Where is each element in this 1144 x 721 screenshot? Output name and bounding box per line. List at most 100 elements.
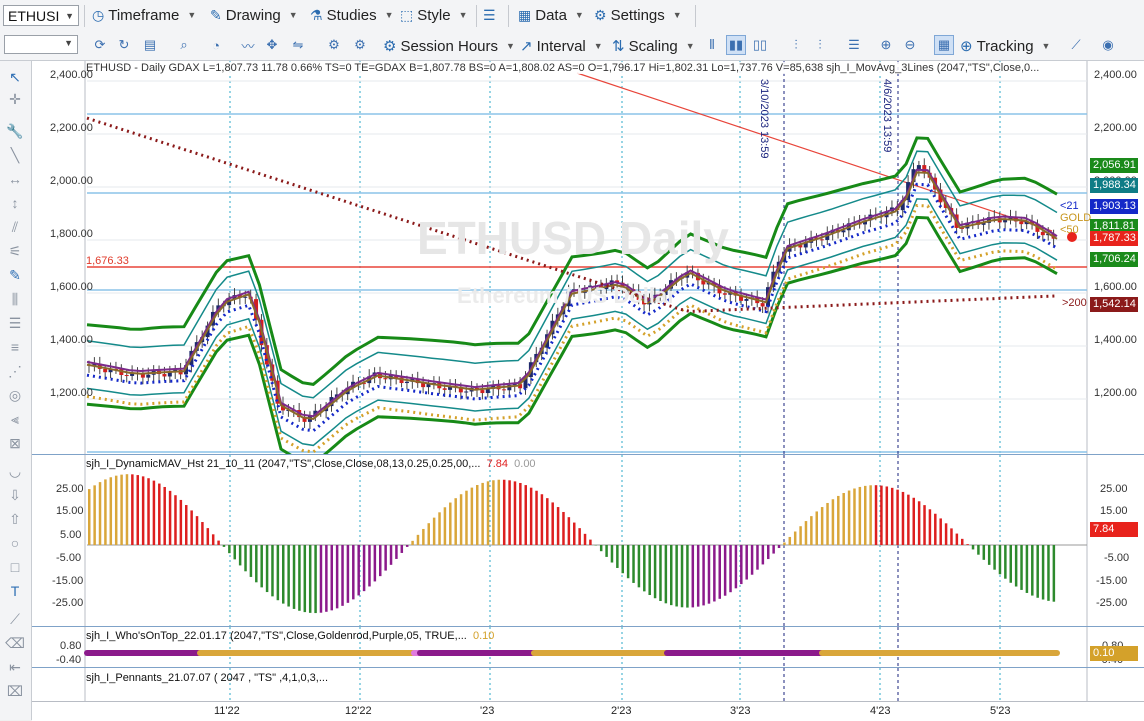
layout2-icon[interactable]: ☰ xyxy=(844,35,864,55)
pointer-icon[interactable]: ↖ xyxy=(5,67,25,87)
session-hours-menu[interactable]: ⚙Session Hours▼ xyxy=(383,36,515,56)
channel-icon[interactable]: ⫽ xyxy=(5,217,25,237)
data-menu[interactable]: ▦Data▼ xyxy=(518,4,584,26)
histogram-bar xyxy=(842,493,845,545)
dynamic-mav-histogram-pane[interactable]: sjh_I_DynamicMAV_Hst 21_10_11 (2047,"TS"… xyxy=(32,455,1144,627)
histogram-bar xyxy=(438,512,441,545)
histogram-bar xyxy=(217,541,220,545)
hollow-candle-icon[interactable]: ▯▯ xyxy=(750,35,770,55)
interval-menu[interactable]: ↗Interval▼ xyxy=(520,36,603,56)
rectangle-icon[interactable]: □ xyxy=(5,557,25,577)
histogram-bar xyxy=(966,544,969,545)
pennants-pane[interactable]: sjh_I_Pennants_21.07.07 ( 2047 , "TS" ,4… xyxy=(32,668,1144,701)
histogram-bar xyxy=(573,523,576,545)
ohlc-bars-icon[interactable]: ⫴ xyxy=(702,35,722,55)
histogram-bar xyxy=(665,545,668,603)
fibonacci-icon[interactable]: ⚟ xyxy=(5,241,25,261)
price-chart-pane[interactable]: ETHUSD Daily Ethereum / US Dollar ETHUSD… xyxy=(32,61,1144,455)
gann-icon[interactable]: ⊠ xyxy=(5,433,25,453)
layout-button[interactable]: ☰ xyxy=(483,4,500,26)
horizontal-line-icon[interactable]: ↔ xyxy=(5,169,25,189)
speed-lines-icon[interactable]: ⋰ xyxy=(5,361,25,381)
candlestick-icon[interactable]: ▮▮ xyxy=(726,35,746,55)
add-chart-icon[interactable]: ⟋ xyxy=(1066,35,1086,55)
reload-icon[interactable]: ↻ xyxy=(114,35,134,55)
crosshair-tool-icon[interactable]: ✛ xyxy=(5,89,25,109)
arrow-up-icon[interactable]: ⇧ xyxy=(5,509,25,529)
histogram-bar xyxy=(147,478,150,545)
y-tick-right: 2,400.00 xyxy=(1094,69,1137,81)
bar-tick-icon[interactable]: ⫶ xyxy=(786,35,806,55)
vertical-line-icon[interactable]: ↕ xyxy=(5,193,25,213)
trendline-icon[interactable]: ╲ xyxy=(5,145,25,165)
hist-y-tick-right: -25.00 xyxy=(1096,597,1127,609)
ruler-icon[interactable]: ⟋ xyxy=(5,609,25,629)
histogram-bar xyxy=(142,476,145,545)
histogram-bar xyxy=(578,528,581,545)
chevron-down-icon: ▼ xyxy=(506,41,515,51)
histogram-bar xyxy=(422,529,425,545)
histogram-bar xyxy=(357,545,360,595)
compare-icon[interactable]: ⇋ xyxy=(288,35,308,55)
chart-line-icon[interactable]: 〰 xyxy=(238,35,258,55)
clock-icon: ◷ xyxy=(92,7,104,24)
whos-on-top-pane[interactable]: sjh_I_Who'sOnTop_22.01.17 (2047,"TS",Clo… xyxy=(32,627,1144,668)
chart-settings-icon[interactable]: ◉ xyxy=(1098,35,1118,55)
tracking-menu[interactable]: ⊕Tracking▼ xyxy=(960,36,1050,56)
draw-pen-icon[interactable]: ✎ xyxy=(5,265,25,285)
histogram-bar xyxy=(945,523,948,545)
histogram-bar xyxy=(681,545,684,607)
delete-drawings-icon[interactable]: ⌧ xyxy=(5,681,25,701)
hist-y-tick-left: -15.00 xyxy=(52,575,83,587)
ellipse-icon[interactable]: ○ xyxy=(5,533,25,553)
histogram-bar xyxy=(433,518,436,545)
pitchfork-icon[interactable]: ⫷ xyxy=(5,409,25,429)
wrench-icon[interactable]: 🔧 xyxy=(5,121,25,141)
drawing-menu[interactable]: ✎Drawing▼ xyxy=(210,4,298,26)
scaling-menu[interactable]: ⇅Scaling▼ xyxy=(612,36,695,56)
histogram-bar xyxy=(444,507,447,545)
style-menu[interactable]: ⬚Style▼ xyxy=(400,4,468,26)
bars-tool-icon[interactable]: ⫼ xyxy=(5,289,25,309)
pan-icon[interactable]: ✥ xyxy=(262,35,282,55)
histogram-bar xyxy=(794,532,797,545)
studies-menu[interactable]: ⚗Studies▼ xyxy=(310,4,394,26)
histogram-bar xyxy=(471,488,474,545)
settings-menu[interactable]: ⚙Settings▼ xyxy=(594,4,682,26)
x-tick: 4'23 xyxy=(870,705,890,717)
collapse-left-icon[interactable]: ⇤ xyxy=(5,657,25,677)
zoom-in-icon[interactable]: ⊕ xyxy=(876,35,896,55)
text-tool-icon[interactable]: T xyxy=(5,581,25,601)
histogram-bar xyxy=(584,534,587,545)
histogram-bar xyxy=(201,522,204,545)
table-icon[interactable]: ▤ xyxy=(140,35,160,55)
zoom-out-icon[interactable]: ⊖ xyxy=(900,35,920,55)
timeframe-menu[interactable]: ◷Timeframe▼ xyxy=(92,4,196,26)
histogram-bar xyxy=(638,545,641,587)
histogram-bar xyxy=(266,545,269,592)
eraser-icon[interactable]: ⌫ xyxy=(5,633,25,653)
cycle-icon[interactable]: ◎ xyxy=(5,385,25,405)
candle-body xyxy=(103,369,107,372)
histogram-bar xyxy=(239,545,242,565)
list-tool-icon[interactable]: ☰ xyxy=(5,313,25,333)
histogram-bar xyxy=(374,545,377,581)
format-icon[interactable]: ⚙ xyxy=(350,35,370,55)
arrow-down-icon[interactable]: ⇩ xyxy=(5,485,25,505)
histogram-bar xyxy=(950,528,953,545)
histogram-bar xyxy=(810,516,813,545)
hist-y-tick-left: 15.00 xyxy=(56,505,84,517)
histogram-bar xyxy=(1042,545,1045,600)
refresh-icon[interactable]: ⟳ xyxy=(90,35,110,55)
symbol-input[interactable]: ETHUSI▼ xyxy=(3,5,79,26)
speedometer-icon[interactable]: ◔ xyxy=(206,35,226,55)
chart-select[interactable]: ▼ xyxy=(4,35,78,54)
grid-toggle-icon[interactable]: ▦ xyxy=(934,35,954,55)
bar-tick2-icon[interactable]: ⫶ xyxy=(810,35,830,55)
arc-icon[interactable]: ◡ xyxy=(5,461,25,481)
properties-icon[interactable]: ⚙ xyxy=(324,35,344,55)
data-label: Data xyxy=(535,7,567,24)
chevron-down-icon: ▼ xyxy=(1042,41,1051,51)
menu-tool-icon[interactable]: ≡ xyxy=(5,337,25,357)
zoom-search-icon[interactable]: ⌕ xyxy=(174,35,194,55)
